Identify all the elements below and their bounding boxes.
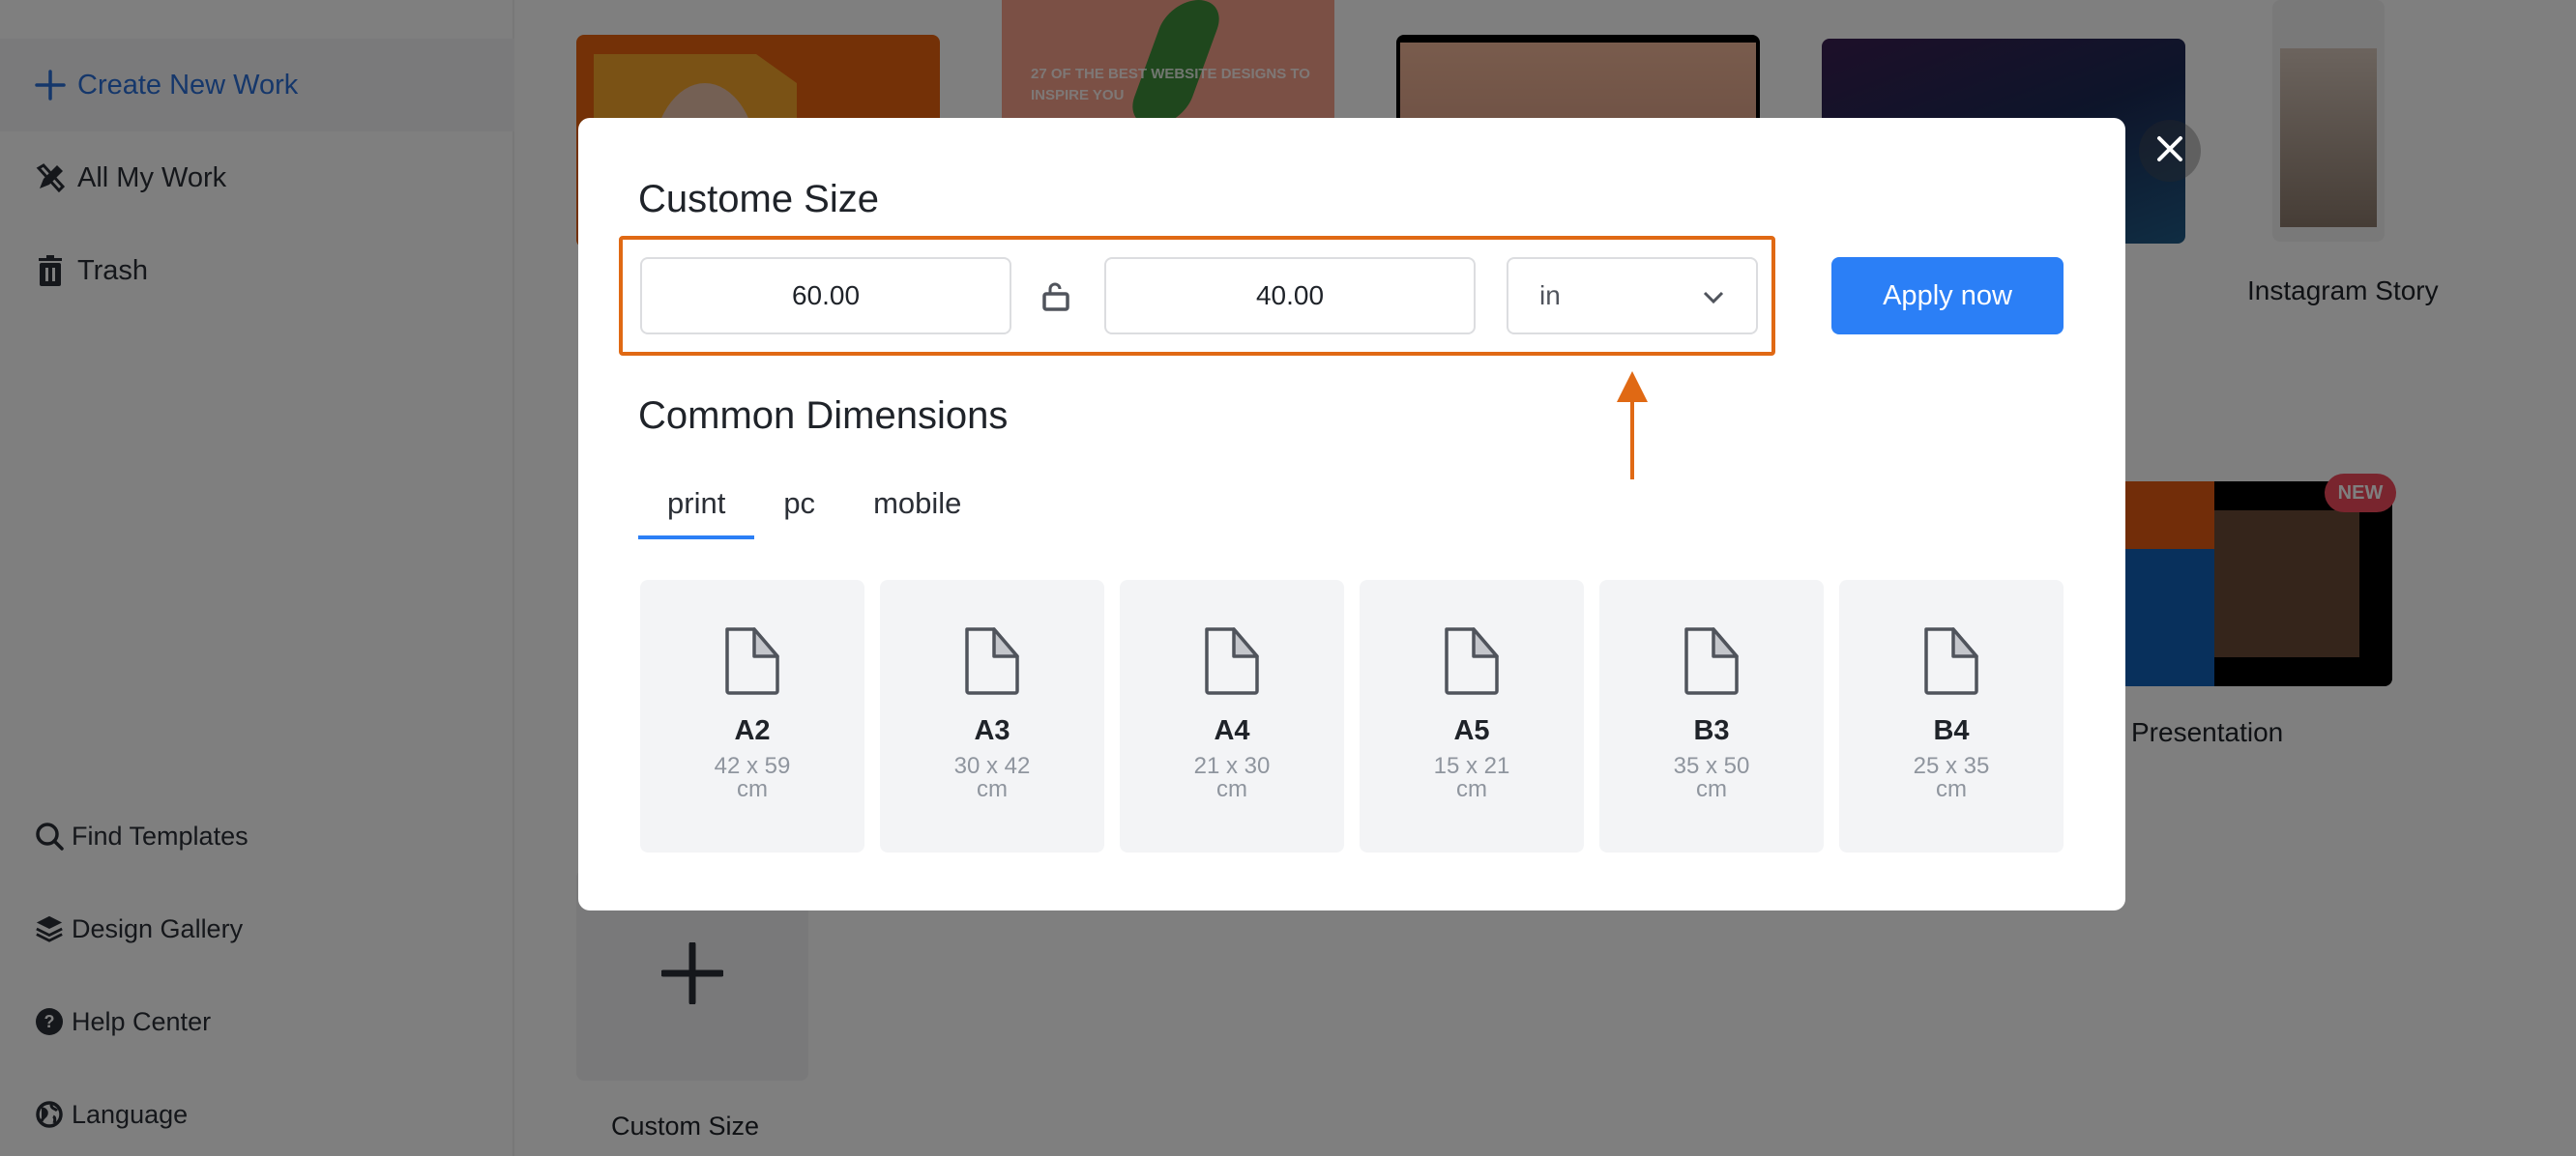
preset-unit: cm [1456, 776, 1487, 802]
arrow-annotation-icon [1613, 369, 1652, 481]
width-input[interactable]: 60.00 [640, 257, 1011, 334]
preset-unit: cm [977, 776, 1008, 802]
preset-size: 15 x 21 [1433, 753, 1510, 779]
preset-name: A2 [734, 715, 771, 746]
apply-now-button[interactable]: Apply now [1831, 257, 2064, 334]
preset-unit: cm [1696, 776, 1727, 802]
preset-size: 21 x 30 [1193, 753, 1271, 779]
preset-name: A3 [974, 715, 1010, 746]
document-icon [1205, 627, 1259, 695]
preset-card-a4[interactable]: A4 21 x 30 cm [1120, 580, 1344, 853]
preset-name: B4 [1933, 715, 1970, 746]
chevron-down-icon [1702, 280, 1725, 311]
document-icon [965, 627, 1019, 695]
document-icon [1684, 627, 1739, 695]
preset-card-a2[interactable]: A2 42 x 59 cm [640, 580, 864, 853]
preset-list: A2 42 x 59 cm A3 30 x 42 cm A4 21 x 30 c… [640, 580, 2064, 853]
dimension-tabs: print pc mobile [638, 481, 990, 541]
tab-pc[interactable]: pc [754, 481, 844, 541]
preset-size: 25 x 35 [1913, 753, 1990, 779]
custom-size-dialog: Custome Size 60.00 40.00 in Apply now Co… [578, 118, 2125, 910]
unit-select-value: in [1539, 280, 1561, 310]
preset-card-a3[interactable]: A3 30 x 42 cm [880, 580, 1104, 853]
preset-size: 42 x 59 [714, 753, 791, 779]
preset-name: B3 [1693, 715, 1730, 746]
preset-size: 35 x 50 [1673, 753, 1750, 779]
preset-name: A4 [1214, 715, 1250, 746]
preset-unit: cm [737, 776, 768, 802]
preset-card-b4[interactable]: B4 25 x 35 cm [1839, 580, 2064, 853]
document-icon [725, 627, 779, 695]
preset-unit: cm [1936, 776, 1967, 802]
tab-mobile[interactable]: mobile [844, 481, 990, 541]
preset-size: 30 x 42 [953, 753, 1031, 779]
tab-print[interactable]: print [638, 481, 755, 541]
preset-card-b3[interactable]: B3 35 x 50 cm [1599, 580, 1824, 853]
close-dialog-button[interactable] [2139, 120, 2201, 182]
height-input[interactable]: 40.00 [1104, 257, 1476, 334]
dialog-title: Custome Size [638, 178, 879, 220]
preset-card-a5[interactable]: A5 15 x 21 cm [1360, 580, 1584, 853]
common-dimensions-title: Common Dimensions [638, 394, 1009, 437]
document-icon [1445, 627, 1499, 695]
document-icon [1924, 627, 1978, 695]
preset-name: A5 [1453, 715, 1490, 746]
preset-unit: cm [1216, 776, 1247, 802]
unlock-icon[interactable] [1037, 276, 1075, 315]
unit-select[interactable]: in [1507, 257, 1758, 334]
close-icon [2156, 135, 2183, 167]
